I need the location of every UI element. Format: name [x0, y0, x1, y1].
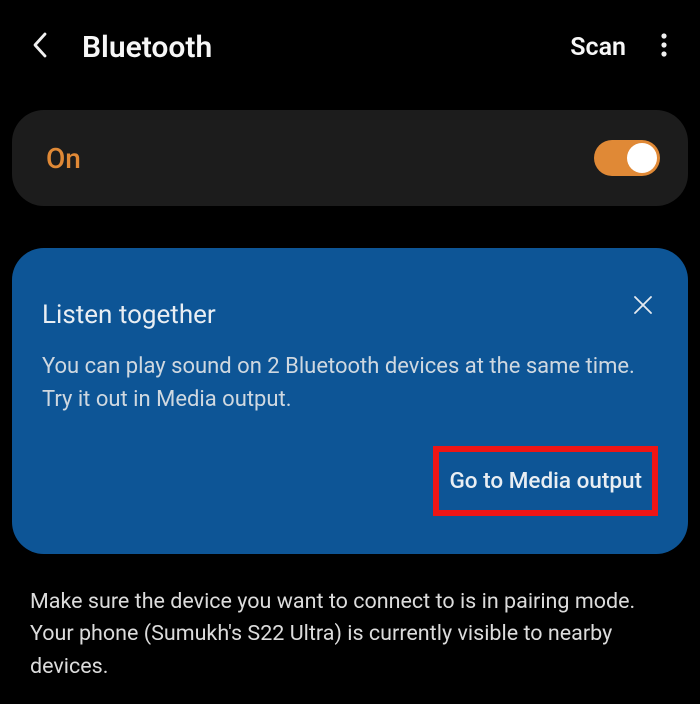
go-to-media-output-button[interactable]: Go to Media output: [433, 446, 658, 516]
card-body-text: You can play sound on 2 Bluetooth device…: [42, 350, 658, 416]
close-card-button[interactable]: [630, 294, 656, 320]
chevron-left-icon: [31, 31, 51, 63]
page-title: Bluetooth: [82, 30, 212, 65]
more-vertical-icon: [661, 33, 667, 61]
pairing-info-text: Make sure the device you want to connect…: [30, 586, 670, 683]
more-menu-button[interactable]: [650, 33, 678, 61]
card-title: Listen together: [42, 300, 658, 330]
close-icon: [633, 295, 653, 319]
bluetooth-toggle-card: On: [12, 110, 688, 206]
bluetooth-status-label: On: [46, 142, 81, 175]
bluetooth-toggle-switch[interactable]: [594, 140, 660, 176]
card-action-row: Go to Media output: [42, 446, 658, 516]
listen-together-card: Listen together You can play sound on 2 …: [12, 248, 688, 554]
header-bar: Bluetooth Scan: [0, 0, 700, 92]
back-button[interactable]: [22, 28, 60, 66]
switch-knob: [627, 143, 657, 173]
scan-button[interactable]: Scan: [570, 33, 626, 62]
